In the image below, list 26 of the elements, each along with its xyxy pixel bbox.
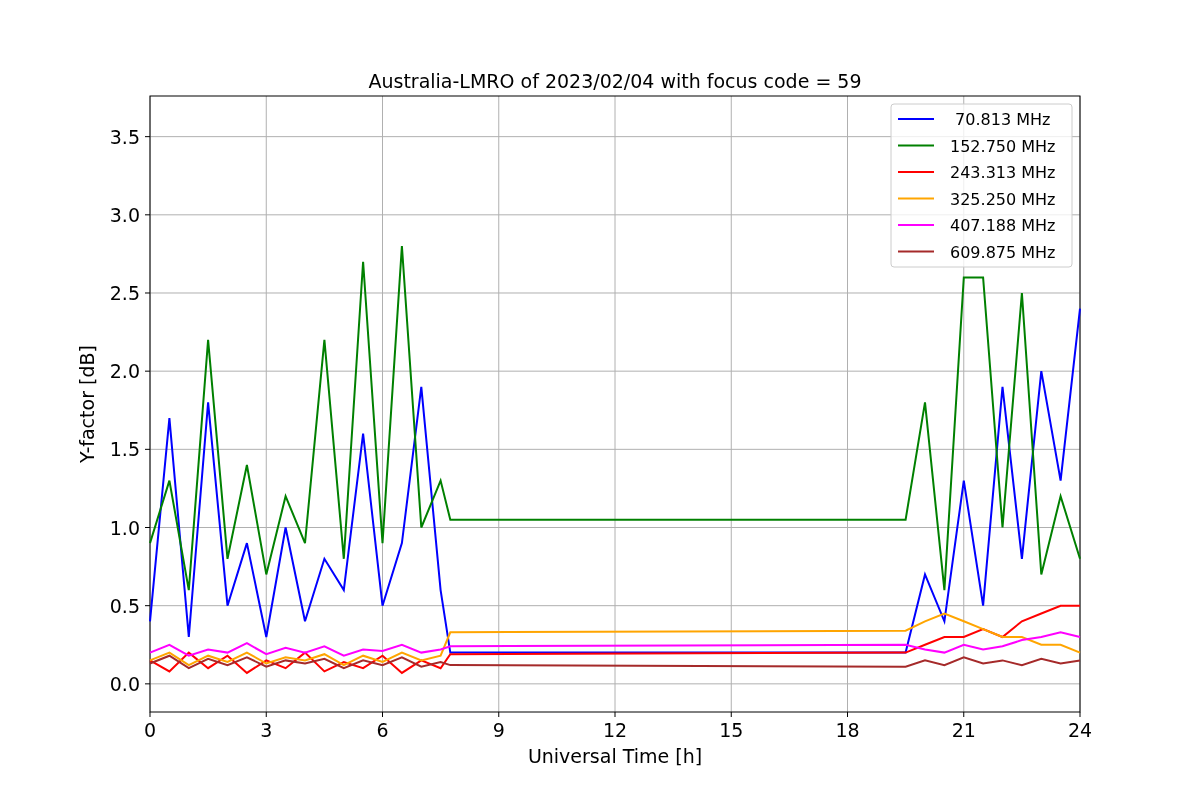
y-tick-label: 1.0 (109, 516, 140, 539)
x-tick-label: 18 (835, 719, 860, 741)
y-tick-label: 2.5 (109, 282, 140, 304)
legend-label: 609.875 MHz (950, 242, 1056, 262)
chart-title: Australia-LMRO of 2023/02/04 with focus code = 59 (368, 70, 862, 92)
y-tick-label: 1.5 (109, 438, 140, 461)
y-tick-label: 3.0 (109, 203, 140, 226)
x-tick-label: 15 (719, 719, 744, 741)
x-tick-label: 24 (1067, 719, 1093, 741)
x-tick-label: 21 (951, 719, 976, 741)
y-tick-label: 2.0 (109, 360, 140, 383)
y-tick-label: 0.0 (109, 672, 140, 695)
x-tick-label: 3 (260, 719, 273, 741)
legend-label: 243.313 MHz (950, 163, 1056, 182)
x-tick-label: 6 (376, 719, 389, 741)
legend-label: 325.250 MHz (950, 189, 1056, 209)
y-tick-label: 0.5 (109, 594, 140, 617)
x-tick-label: 0 (143, 719, 157, 741)
y-axis-label: Y-factor [dB] (76, 345, 98, 463)
x-tick-label: 9 (492, 719, 505, 741)
y-tick-label: 3.5 (109, 125, 140, 148)
legend-label: 407.188 MHz (950, 216, 1056, 235)
legend-label: 70.813 MHz (955, 110, 1051, 129)
x-tick-label: 12 (602, 719, 628, 741)
legend-label: 152.750 MHz (950, 136, 1056, 156)
x-axis-label: Universal Time [h] (527, 745, 703, 767)
